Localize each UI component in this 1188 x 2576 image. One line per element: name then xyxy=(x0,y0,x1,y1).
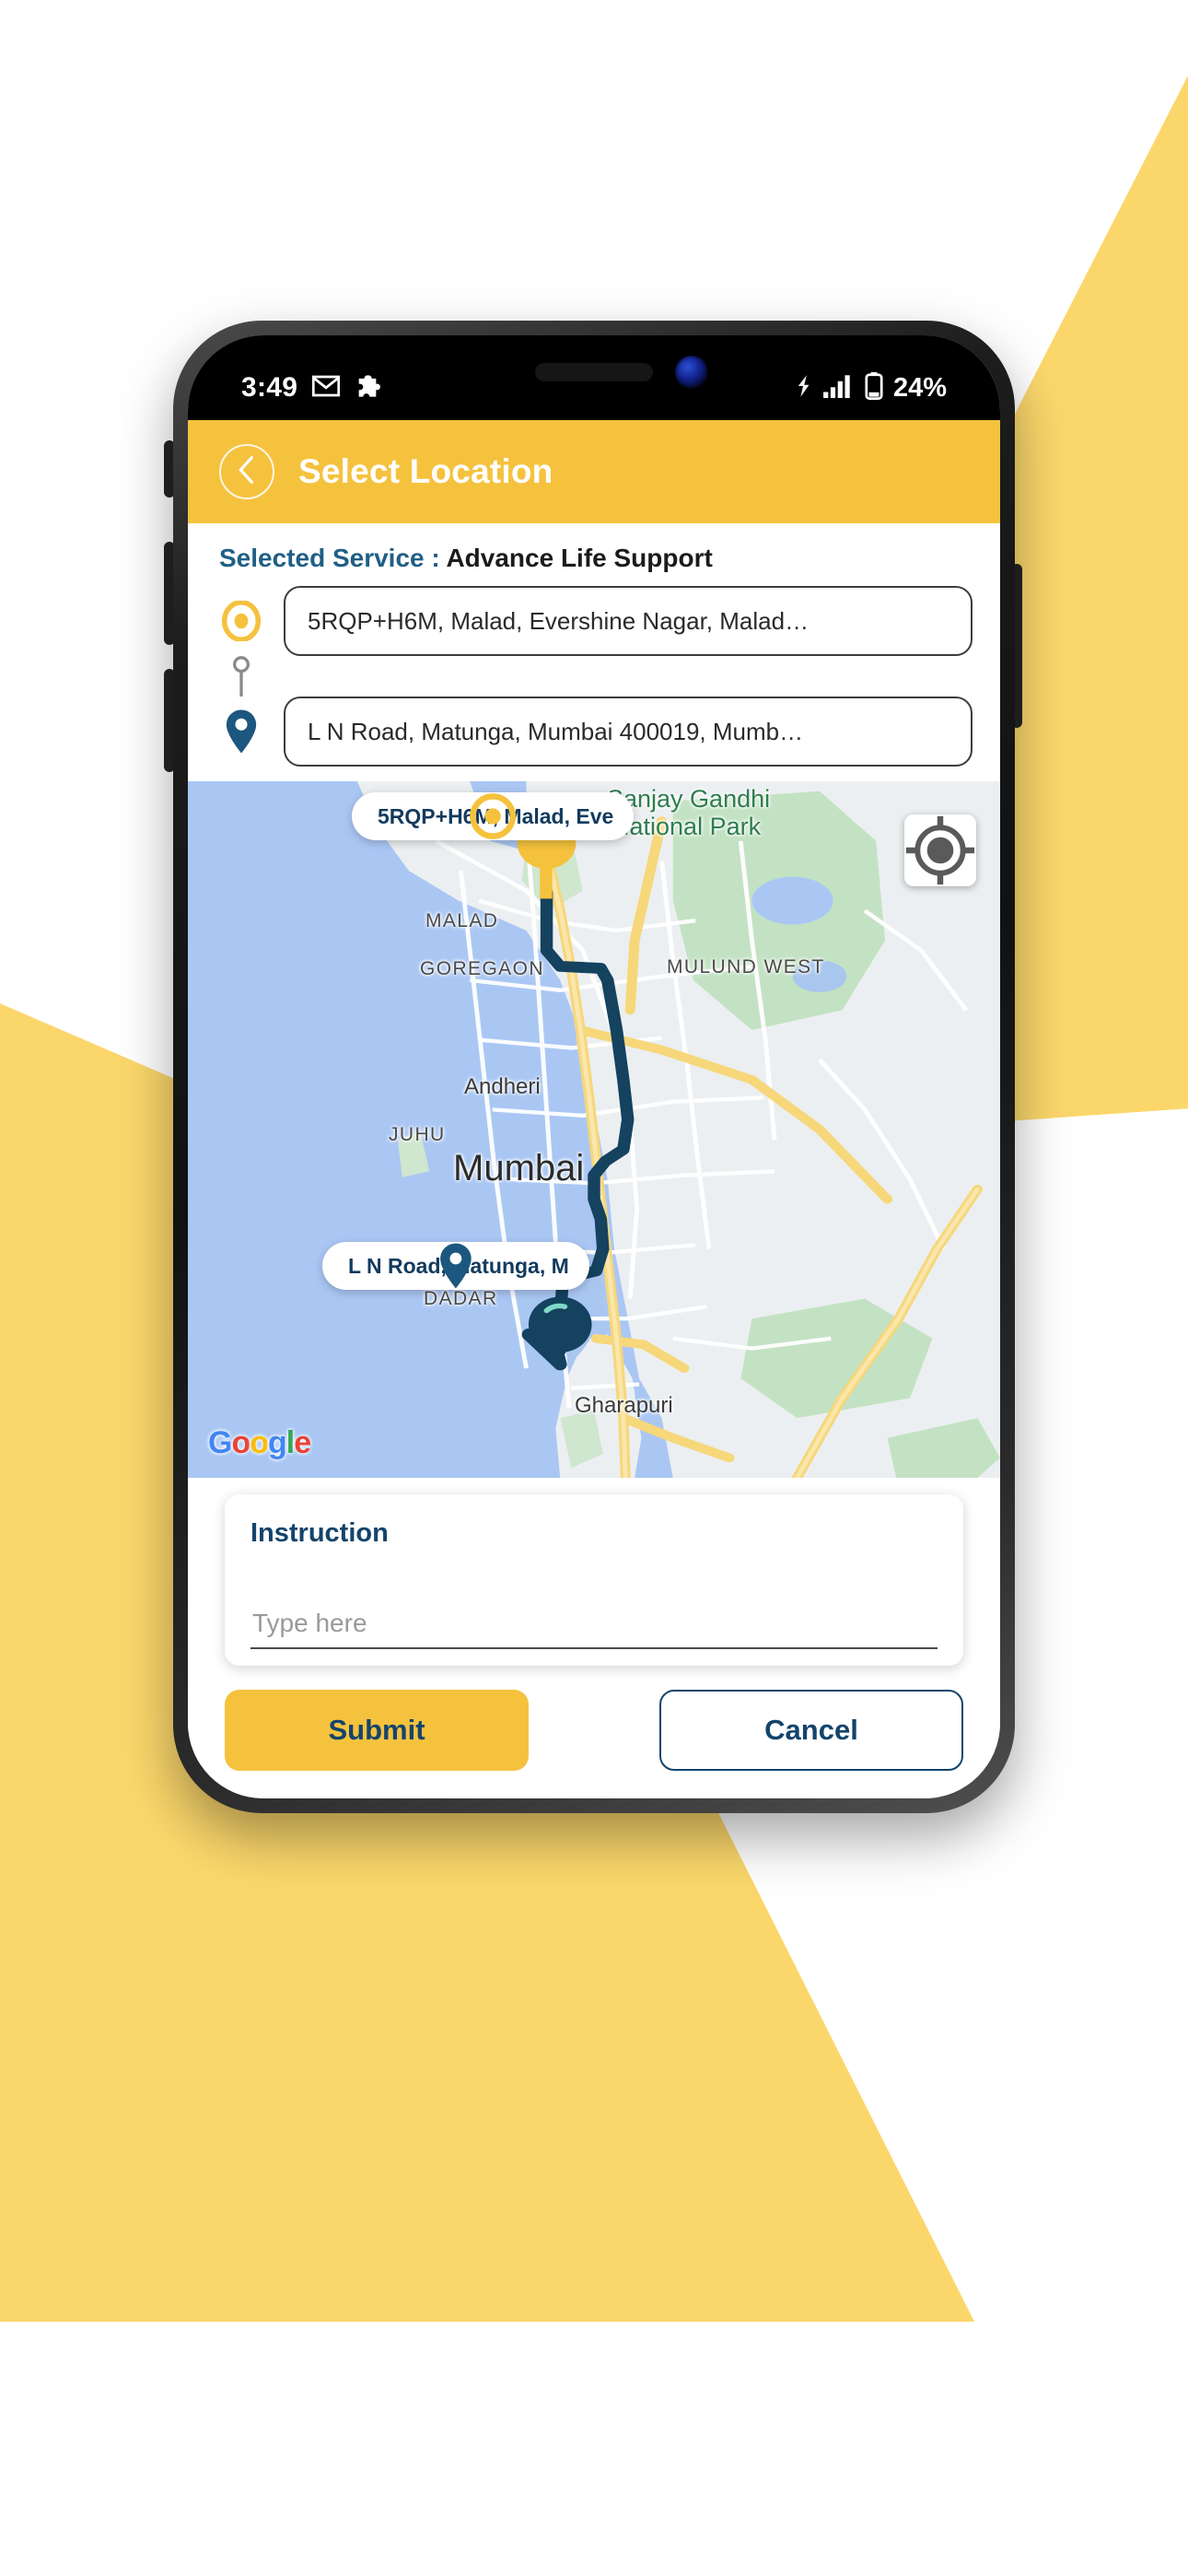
submit-button[interactable]: Submit xyxy=(225,1690,529,1771)
front-camera xyxy=(675,356,709,389)
map-canvas xyxy=(188,781,1000,1478)
screenshot-canvas: 3:49 24% Select Location Selected Servic… xyxy=(0,0,1188,2576)
puzzle-piece-icon xyxy=(355,373,381,404)
background-wedge-bottom xyxy=(0,1751,974,2322)
wifi-icon xyxy=(793,374,813,403)
instruction-input[interactable] xyxy=(250,1603,938,1649)
action-buttons: Submit Cancel xyxy=(188,1666,1000,1798)
my-location-button[interactable] xyxy=(904,814,976,886)
map-view[interactable]: Sanjay Gandhi National Park MALAD MULUND… xyxy=(188,781,1000,1478)
google-logo-l: l xyxy=(285,1425,296,1460)
selected-service-value: Advance Life Support xyxy=(446,544,713,572)
chevron-left-icon xyxy=(235,455,259,489)
route-connector-icon xyxy=(215,656,267,697)
selected-service-row: Selected Service : Advance Life Support xyxy=(188,523,1000,580)
app-bar: Select Location xyxy=(188,420,1000,523)
page-title: Select Location xyxy=(298,452,553,490)
destination-row: L N Road, Matunga, Mumbai 400019, Mumb… xyxy=(215,697,973,767)
phone-bezel: 3:49 24% Select Location Selected Servic… xyxy=(188,335,1000,1798)
google-logo-o1: o xyxy=(231,1425,250,1460)
battery-icon xyxy=(865,371,883,404)
instruction-label: Instruction xyxy=(250,1518,389,1548)
destination-input[interactable]: L N Road, Matunga, Mumbai 400019, Mumb… xyxy=(284,697,973,767)
app-screen: 3:49 24% Select Location Selected Servic… xyxy=(188,335,1000,1798)
google-logo-e: e xyxy=(294,1425,311,1460)
address-block: 5RQP+H6M, Malad, Evershine Nagar, Malad… xyxy=(188,580,1000,781)
cellular-signal-icon xyxy=(823,374,855,403)
battery-percent-label: 24% xyxy=(892,372,947,403)
gmail-icon xyxy=(312,375,341,402)
google-attribution: Google xyxy=(208,1425,311,1461)
instruction-card: Instruction xyxy=(225,1494,963,1666)
status-bar: 3:49 24% xyxy=(188,335,1000,420)
cancel-button[interactable]: Cancel xyxy=(659,1690,963,1771)
phone-earpiece xyxy=(535,363,653,381)
map-destination-pill[interactable]: L N Road, Matunga, M xyxy=(322,1242,589,1290)
google-logo-g1: G xyxy=(208,1425,232,1460)
map-pickup-pill[interactable]: 5RQP+H6M, Malad, Eve xyxy=(352,792,635,840)
phone-frame: 3:49 24% Select Location Selected Servic… xyxy=(173,321,1015,1813)
bottom-panel: Instruction Submit Cancel xyxy=(188,1478,1000,1798)
origin-dot-icon xyxy=(215,601,267,641)
google-logo-o2: o xyxy=(250,1425,269,1460)
pickup-input[interactable]: 5RQP+H6M, Malad, Evershine Nagar, Malad… xyxy=(284,586,973,656)
google-logo-g2: g xyxy=(268,1425,287,1460)
selected-service-label: Selected Service : xyxy=(219,544,440,572)
back-button[interactable] xyxy=(219,444,274,499)
pickup-row: 5RQP+H6M, Malad, Evershine Nagar, Malad… xyxy=(215,586,973,656)
status-bar-clock: 3:49 xyxy=(241,372,298,403)
map-pin-icon xyxy=(215,708,267,755)
